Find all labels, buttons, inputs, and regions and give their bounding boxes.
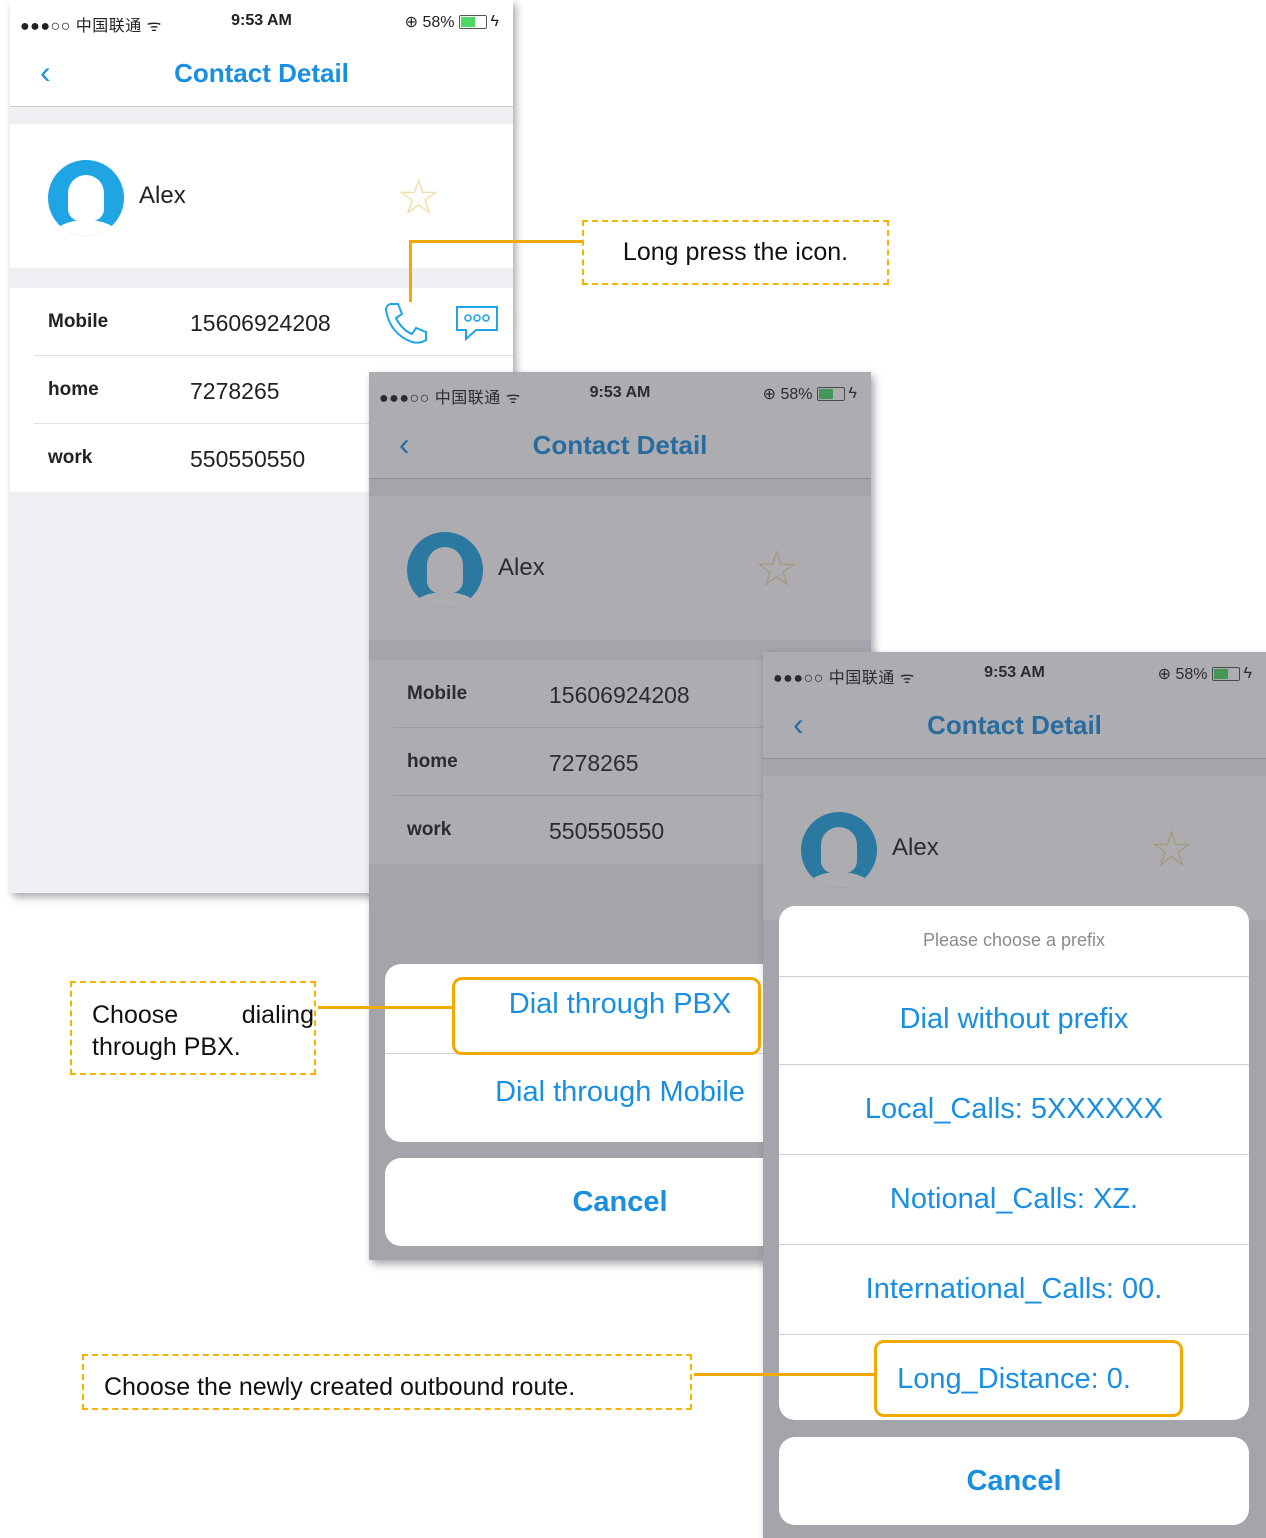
- battery-indicator: ⊕ 58% ϟ: [405, 12, 499, 32]
- phone-number: 7278265: [190, 378, 280, 404]
- local-calls-option[interactable]: Local_Calls: 5XXXXXX: [779, 1093, 1249, 1126]
- phone-label: work: [48, 447, 93, 468]
- connector-line: [318, 1006, 452, 1009]
- phone-number: 15606924208: [190, 310, 331, 336]
- cancel-button[interactable]: Cancel: [779, 1437, 1249, 1525]
- phone-label: Mobile: [48, 311, 109, 332]
- charging-icon: ϟ: [490, 13, 499, 30]
- highlight-long-distance: [874, 1340, 1183, 1417]
- international-calls-option[interactable]: International_Calls: 00.: [779, 1273, 1249, 1306]
- dial-without-prefix-option[interactable]: Dial without prefix: [779, 1003, 1249, 1036]
- contact-profile: Alex ☆: [10, 124, 513, 268]
- star-icon[interactable]: ☆: [396, 172, 441, 222]
- connector-line: [409, 240, 412, 302]
- contact-name: Alex: [139, 182, 186, 209]
- callout-long-press: Long press the icon.: [582, 220, 889, 285]
- battery-percent: ⊕ 58%: [404, 14, 455, 31]
- phone-number: 550550550: [190, 446, 306, 472]
- connector-line: [694, 1373, 874, 1376]
- highlight-dial-pbx: [452, 977, 761, 1055]
- notional-calls-option[interactable]: Notional_Calls: XZ.: [779, 1183, 1249, 1216]
- list-item: Mobile 15606924208: [10, 288, 513, 356]
- navigation-bar: ‹ Contact Detail: [10, 44, 513, 107]
- battery-icon: [458, 15, 487, 29]
- avatar: [48, 160, 124, 236]
- message-icon[interactable]: [454, 304, 500, 342]
- status-bar: ●●●○○ 中国联通 ᯤ 9:53 AM ⊕ 58% ϟ: [10, 0, 513, 44]
- callout-choose-pbx: Choose dialing through PBX.: [70, 981, 316, 1075]
- phone-label: home: [48, 379, 99, 400]
- phone-icon[interactable]: [382, 300, 428, 344]
- connector-line: [409, 240, 582, 243]
- prefix-sheet-title: Please choose a prefix: [922, 930, 1106, 950]
- callout-choose-route: Choose the newly created outbound route.: [82, 1354, 692, 1410]
- page-title: Contact Detail: [174, 58, 349, 88]
